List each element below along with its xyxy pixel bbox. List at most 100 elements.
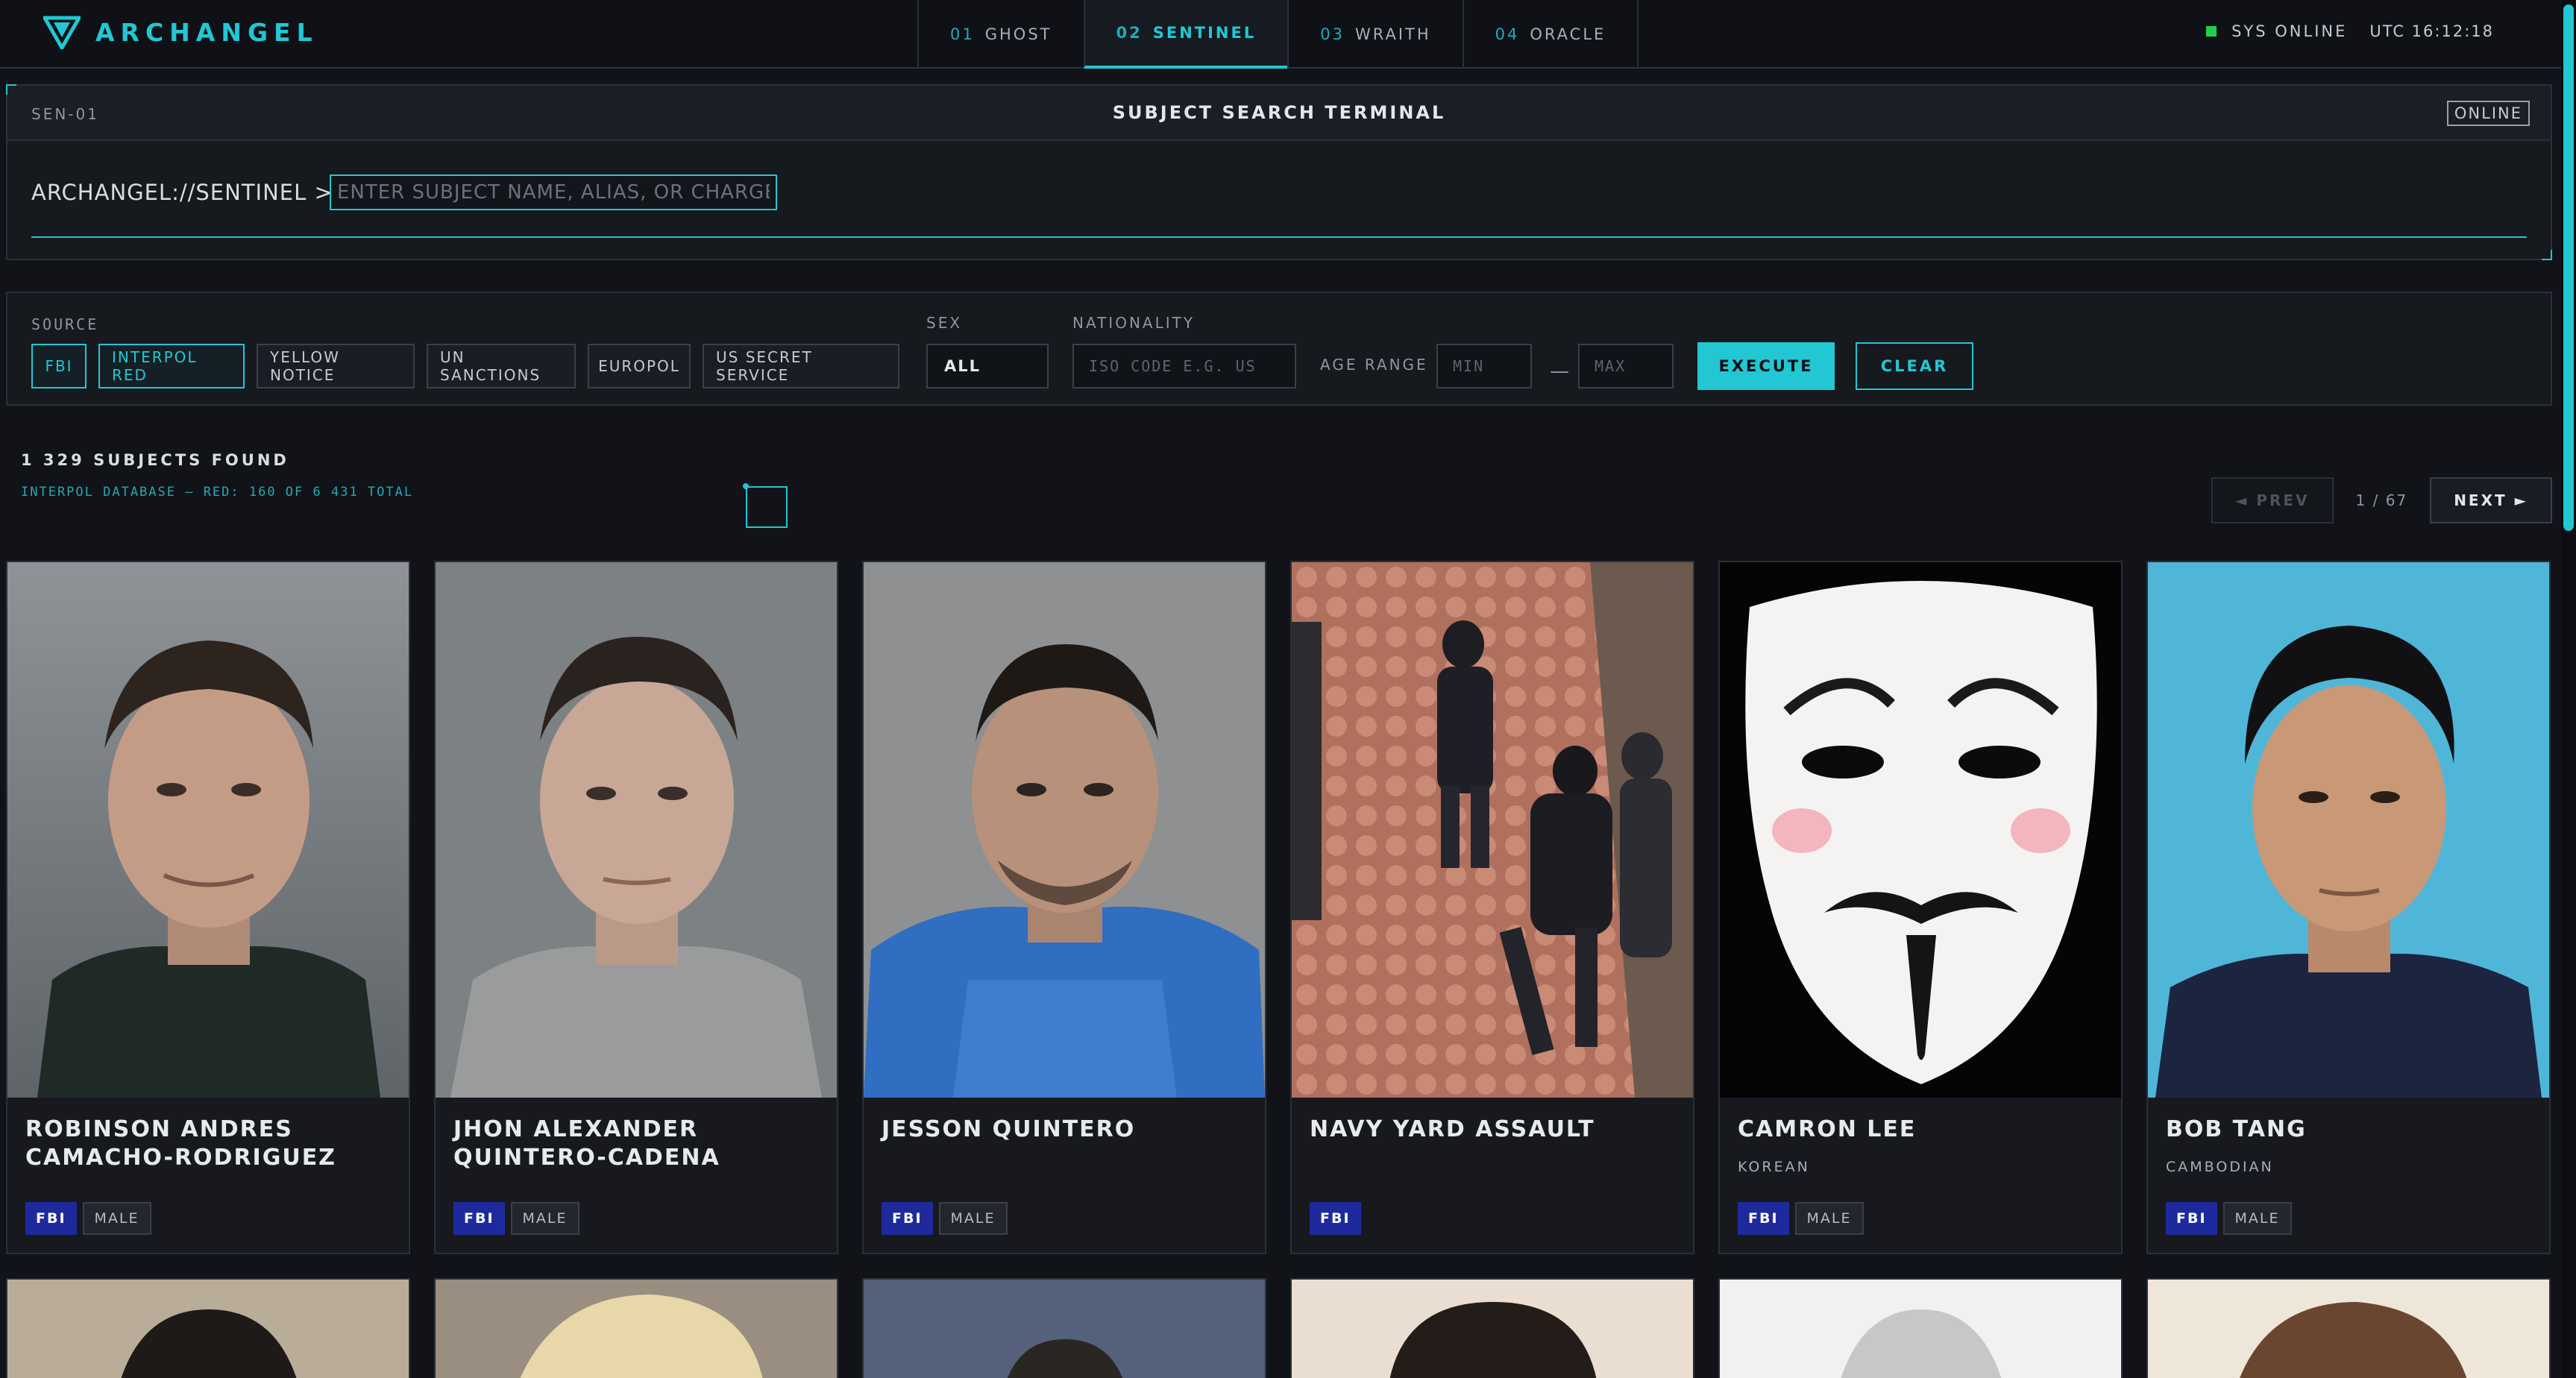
terminal-underline <box>31 236 2527 238</box>
next-page-button[interactable]: NEXT ► <box>2430 477 2552 523</box>
scrollbar-thumb[interactable] <box>2563 4 2574 531</box>
corner-mark <box>2542 250 2552 260</box>
mugshot-photo <box>2240 1302 2467 1378</box>
subject-nationality: CAMBODIAN <box>2166 1159 2274 1175</box>
subject-card-partial[interactable] <box>434 1278 838 1378</box>
mask-photo <box>1720 562 2121 1098</box>
tab-label: SENTINEL <box>1152 24 1257 42</box>
age-range-separator: — <box>1550 360 1569 383</box>
mugshot-photo <box>121 1309 297 1378</box>
app-name: ARCHANGEL <box>95 17 318 47</box>
subject-tags: FBI MALE <box>453 1202 579 1235</box>
subject-card[interactable]: JHON ALEXANDER QUINTERO-CADENA FBI MALE <box>434 561 838 1254</box>
prev-page-button[interactable]: ◄ PREV <box>2211 477 2334 523</box>
execute-button[interactable]: EXECUTE <box>1697 342 1835 390</box>
page-scrollbar[interactable] <box>2561 0 2576 1378</box>
search-terminal: SEN-01 SUBJECT SEARCH TERMINAL ONLINE AR… <box>6 84 2552 260</box>
portrait-photo <box>2148 562 2549 1098</box>
archangel-logo-icon <box>43 16 81 49</box>
terminal-body: ARCHANGEL://SENTINEL > <box>7 141 2551 260</box>
mugshot-photo <box>864 562 1265 1098</box>
status-indicator-icon <box>2206 26 2217 37</box>
source-tag: FBI <box>25 1202 77 1235</box>
subject-tags: FBI MALE <box>2166 1202 2292 1235</box>
mugshot-photo <box>7 562 409 1098</box>
source-chip-fbi[interactable]: FBI <box>31 344 87 388</box>
filter-panel: SOURCE FBI INTERPOL RED YELLOW NOTICE UN… <box>6 292 2552 406</box>
mugshot-photo <box>1841 1309 2002 1378</box>
source-chip-yellow-notice[interactable]: YELLOW NOTICE <box>257 344 415 388</box>
nationality-input[interactable] <box>1072 344 1296 388</box>
subject-name: NAVY YARD ASSAULT <box>1310 1116 1595 1142</box>
tab-oracle[interactable]: 04 ORACLE <box>1462 0 1639 69</box>
sex-tag: MALE <box>82 1202 151 1235</box>
sex-tag: MALE <box>938 1202 1008 1235</box>
age-max-input[interactable] <box>1578 344 1674 388</box>
source-tag: FBI <box>453 1202 505 1235</box>
subject-tags: FBI MALE <box>1738 1202 1864 1235</box>
loading-indicator-icon <box>743 483 788 528</box>
tab-label: GHOST <box>984 25 1052 43</box>
subject-card[interactable]: BOB TANG CAMBODIAN FBI MALE <box>2146 561 2551 1254</box>
mugshot-photo <box>520 1294 763 1378</box>
tab-ghost[interactable]: 01 GHOST <box>917 0 1084 69</box>
subject-card-partial[interactable] <box>862 1278 1266 1378</box>
subject-search-input[interactable] <box>330 174 777 210</box>
source-chip-europol[interactable]: EUROPOL <box>588 344 691 388</box>
subject-tags: FBI MALE <box>25 1202 151 1235</box>
tab-number: 03 <box>1320 25 1345 43</box>
source-tag: FBI <box>2166 1202 2217 1235</box>
age-min-input[interactable] <box>1436 344 1532 388</box>
app-logo[interactable]: ARCHANGEL <box>43 15 318 49</box>
subject-card[interactable]: NAVY YARD ASSAULT FBI <box>1290 561 1694 1254</box>
tab-label: WRAITH <box>1354 25 1431 43</box>
subject-name: BOB TANG <box>2166 1116 2307 1142</box>
subject-card[interactable]: ROBINSON ANDRES CAMACHO-RODRIGUEZ FBI MA… <box>6 561 410 1254</box>
subject-name: CAMRON LEE <box>1738 1116 1917 1142</box>
sex-label: SEX <box>926 314 963 332</box>
source-tag: FBI <box>882 1202 933 1235</box>
tab-number: 02 <box>1116 24 1143 42</box>
source-tag: FBI <box>1310 1202 1361 1235</box>
surveillance-photo <box>1292 562 1693 1098</box>
source-label: SOURCE <box>31 315 99 333</box>
sex-select[interactable]: ALL <box>926 344 1049 388</box>
tab-wraith[interactable]: 03 WRAITH <box>1287 0 1462 69</box>
terminal-header: SEN-01 SUBJECT SEARCH TERMINAL ONLINE <box>7 86 2551 141</box>
database-note: INTERPOL DATABASE — RED: 160 OF 6 431 TO… <box>21 485 414 500</box>
subject-card-partial[interactable] <box>1290 1278 1694 1378</box>
result-count: 1 329 SUBJECTS FOUND <box>21 451 289 469</box>
top-bar: ARCHANGEL 01 GHOST 02 SENTINEL 03 WRAITH 04… <box>0 0 2561 69</box>
status-label: SYS ONLINE <box>2231 22 2348 40</box>
mugshot-photo <box>436 562 837 1098</box>
corner-mark <box>6 84 16 95</box>
sex-tag: MALE <box>510 1202 579 1235</box>
clear-button[interactable]: CLEAR <box>1856 342 1973 390</box>
source-chip-us-secret-service[interactable]: US SECRET SERVICE <box>703 344 899 388</box>
subject-card-partial[interactable] <box>6 1278 410 1378</box>
command-prompt: ARCHANGEL://SENTINEL > <box>31 180 333 205</box>
tab-number: 01 <box>950 25 975 43</box>
sex-tag: MALE <box>2222 1202 2292 1235</box>
utc-clock: UTC 16:12:18 <box>2369 22 2494 40</box>
subject-card[interactable]: CAMRON LEE KOREAN FBI MALE <box>1718 561 2123 1254</box>
source-chip-interpol-red[interactable]: INTERPOL RED <box>98 344 245 388</box>
system-status: SYS ONLINE UTC 16:12:18 <box>2206 22 2494 40</box>
subject-card-partial[interactable] <box>1718 1278 2123 1378</box>
page-indicator: 1 / 67 <box>2355 491 2408 509</box>
module-tabs: 01 GHOST 02 SENTINEL 03 WRAITH 04 ORACLE <box>917 0 1639 69</box>
terminal-status-badge: ONLINE <box>2446 101 2530 126</box>
age-range-label: AGE RANGE <box>1320 356 1428 374</box>
subject-name: JHON ALEXANDER QUINTERO-CADENA <box>453 1116 720 1171</box>
tab-sentinel[interactable]: 02 SENTINEL <box>1083 0 1288 69</box>
source-chip-un-sanctions[interactable]: UN SANCTIONS <box>427 344 576 388</box>
subject-card[interactable]: JESSON QUINTERO FBI MALE <box>862 561 1266 1254</box>
subject-name: ROBINSON ANDRES CAMACHO-RODRIGUEZ <box>25 1116 336 1171</box>
mugshot-photo <box>1008 1339 1122 1378</box>
subject-name: JESSON QUINTERO <box>882 1116 1136 1142</box>
subject-tags: FBI MALE <box>882 1202 1008 1235</box>
source-tag: FBI <box>1738 1202 1789 1235</box>
subject-tags: FBI <box>1310 1202 1361 1235</box>
subject-card-partial[interactable] <box>2146 1278 2551 1378</box>
pagination: ◄ PREV 1 / 67 NEXT ► <box>2211 477 2552 523</box>
